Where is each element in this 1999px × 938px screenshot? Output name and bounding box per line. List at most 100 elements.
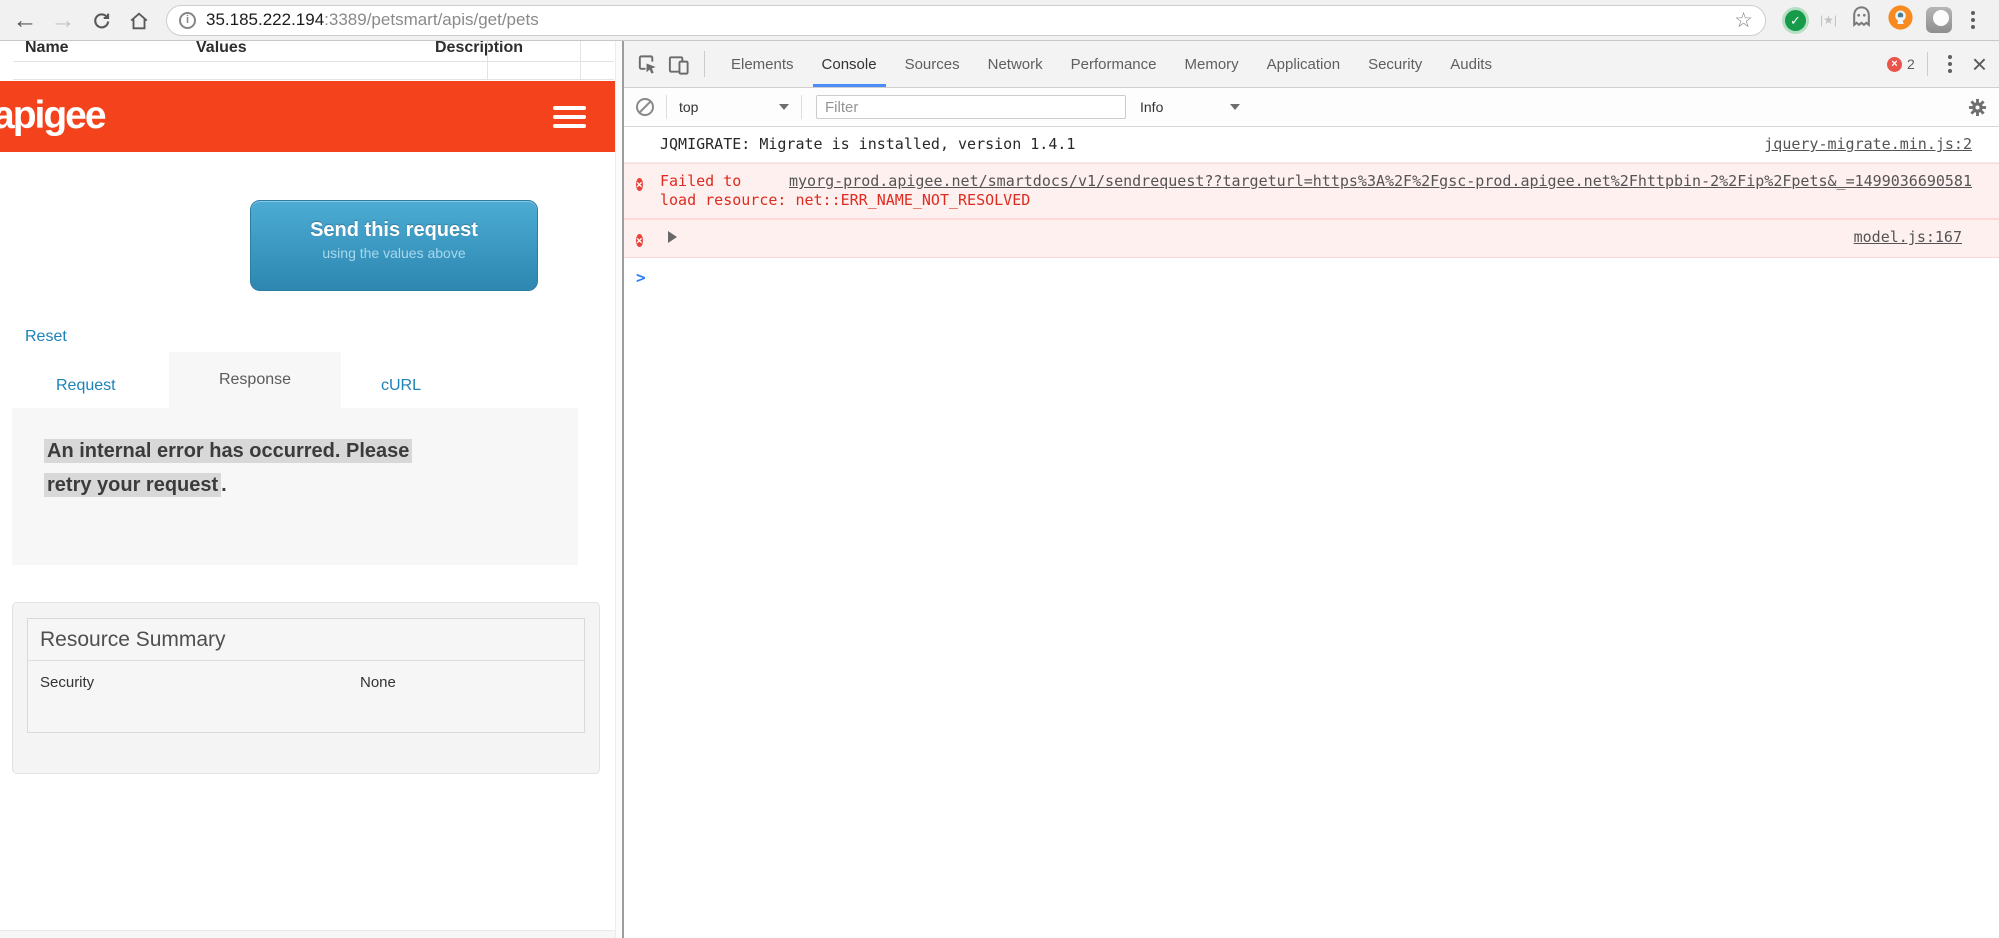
devtools-tab-audits[interactable]: Audits [1436,41,1506,87]
console-filter-input[interactable] [816,95,1126,119]
console-log-text: JQMIGRATE: Migrate is installed, version… [660,135,1075,154]
tab-request[interactable]: Request [56,377,116,395]
response-error-line2: retry your request [44,473,221,497]
devtools-tab-application[interactable]: Application [1253,41,1354,87]
response-error-message: An internal error has occurred. Please r… [44,434,534,502]
home-icon[interactable] [120,1,158,39]
devtools-close-icon[interactable]: × [1972,54,1987,74]
console-messages: JQMIGRATE: Migrate is installed, version… [624,127,1999,297]
expand-triangle-icon[interactable] [668,231,677,243]
url-text: 35.185.222.194:3389/petsmart/apis/get/pe… [206,10,539,30]
log-level-select[interactable]: Info [1140,99,1240,115]
table-header-name: Name [25,41,69,59]
table-border [13,61,614,62]
hamburger-menu-icon[interactable] [553,106,586,133]
error-count-badge[interactable]: × 2 [1887,56,1915,72]
source-link[interactable]: model.js:167 [1854,228,1962,247]
devtools-tab-network[interactable]: Network [974,41,1057,87]
device-toolbar-icon[interactable] [667,53,690,76]
table-border [13,79,614,80]
execution-context-select[interactable]: top [679,99,789,115]
devtools-tab-elements[interactable]: Elements [717,41,808,87]
console-prompt[interactable]: > [624,258,1999,297]
execution-context-value: top [679,99,698,115]
forward-icon[interactable]: → [44,1,82,39]
content-area: Name Values Description apigee Send this… [0,41,1999,938]
devtools-tab-memory[interactable]: Memory [1171,41,1253,87]
openvpn-extension-icon[interactable] [1886,3,1915,37]
gray-square-extension-icon[interactable] [1926,7,1952,33]
error-message-body: Failed to myorg-prod.apigee.net/smartdoc… [660,172,1972,210]
apigee-logo: apigee [0,94,105,138]
devtools-menu-icon[interactable] [1940,51,1960,77]
page-pane: Name Values Description apigee Send this… [0,41,622,938]
chevron-down-icon [779,104,789,110]
response-panel: An internal error has occurred. Please r… [12,408,578,565]
console-error-row: × Failed to myorg-prod.apigee.net/smartd… [624,163,1999,219]
send-request-title: Send this request [251,219,537,242]
error-text-prefix: Failed to [660,172,741,191]
toolbar-separator [704,51,705,77]
disabled-extension-icon[interactable]: |★| [1820,13,1837,27]
resource-summary-card: Resource Summary Security None [12,602,600,774]
response-error-line1: An internal error has occurred. Please [44,439,412,463]
log-level-value: Info [1140,99,1163,115]
error-count: 2 [1907,56,1915,72]
console-toolbar: top Info [624,88,1999,127]
table-column-divider [580,41,581,80]
security-label: Security [40,674,360,691]
devtools-tab-sources[interactable]: Sources [891,41,974,87]
error-badge-icon: × [1887,57,1902,72]
url-path: :3389/petsmart/apis/get/pets [324,10,539,29]
reset-link[interactable]: Reset [25,328,67,346]
ghost-extension-icon[interactable] [1848,4,1875,36]
tab-curl[interactable]: cURL [381,377,421,395]
devtools-panel: Elements Console Sources Network Perform… [624,41,1999,938]
devtools-tab-performance[interactable]: Performance [1057,41,1171,87]
page-footer-edge [0,930,622,938]
clear-console-icon[interactable] [636,98,654,116]
tab-response[interactable]: Response [169,352,341,408]
browser-window: ← → i 35.185.222.194:3389/petsmart/apis/… [0,0,1999,938]
send-request-subtitle: using the values above [251,245,537,261]
address-bar[interactable]: i 35.185.222.194:3389/petsmart/apis/get/… [166,5,1766,36]
devtools-tab-console[interactable]: Console [808,41,891,87]
toolbar-separator [801,95,802,119]
prompt-chevron-icon: > [636,268,646,287]
page-info-icon[interactable]: i [179,12,196,29]
error-gutter: × [636,228,660,249]
back-icon[interactable]: ← [6,1,44,39]
apigee-header-banner: apigee [0,81,622,152]
toolbar-separator [1927,52,1928,76]
inspect-element-icon[interactable] [636,53,659,76]
table-header-description: Description [435,41,523,59]
console-error-row-collapsed: × model.js:167 [624,219,1999,258]
devtools-divider[interactable] [622,41,624,938]
green-check-extension-icon[interactable]: ✓ [1782,7,1809,34]
toolbar-separator [666,95,667,119]
extension-area: ✓ |★| [1782,3,1983,37]
source-link[interactable]: jquery-migrate.min.js:2 [1764,135,1972,154]
resource-summary-box: Resource Summary Security None [27,618,585,733]
error-icon: × [636,178,643,191]
resource-summary-title: Resource Summary [28,619,584,661]
response-error-tail: . [221,474,227,496]
url-host: 35.185.222.194 [206,10,324,29]
console-log-row: JQMIGRATE: Migrate is installed, version… [624,127,1999,163]
devtools-tabs: Elements Console Sources Network Perform… [717,41,1506,87]
reload-icon[interactable] [82,1,120,39]
error-gutter: × [636,172,660,193]
devtools-tab-security[interactable]: Security [1354,41,1436,87]
error-text-suffix: load resource: net::ERR_NAME_NOT_RESOLVE… [660,191,1972,210]
log-gutter [636,135,660,137]
console-settings-gear-icon[interactable] [1968,98,1987,117]
page-scrollbar[interactable] [615,41,622,938]
security-value: None [360,674,396,691]
table-header-values: Values [196,41,247,59]
resource-summary-row: Security None [28,661,584,704]
browser-menu-icon[interactable] [1963,7,1983,33]
devtools-tabbar-right: × 2 × [1887,51,1999,77]
send-request-button[interactable]: Send this request using the values above [250,200,538,291]
request-url-link[interactable]: myorg-prod.apigee.net/smartdocs/v1/sendr… [789,172,1972,191]
bookmark-star-icon[interactable]: ☆ [1734,8,1753,33]
